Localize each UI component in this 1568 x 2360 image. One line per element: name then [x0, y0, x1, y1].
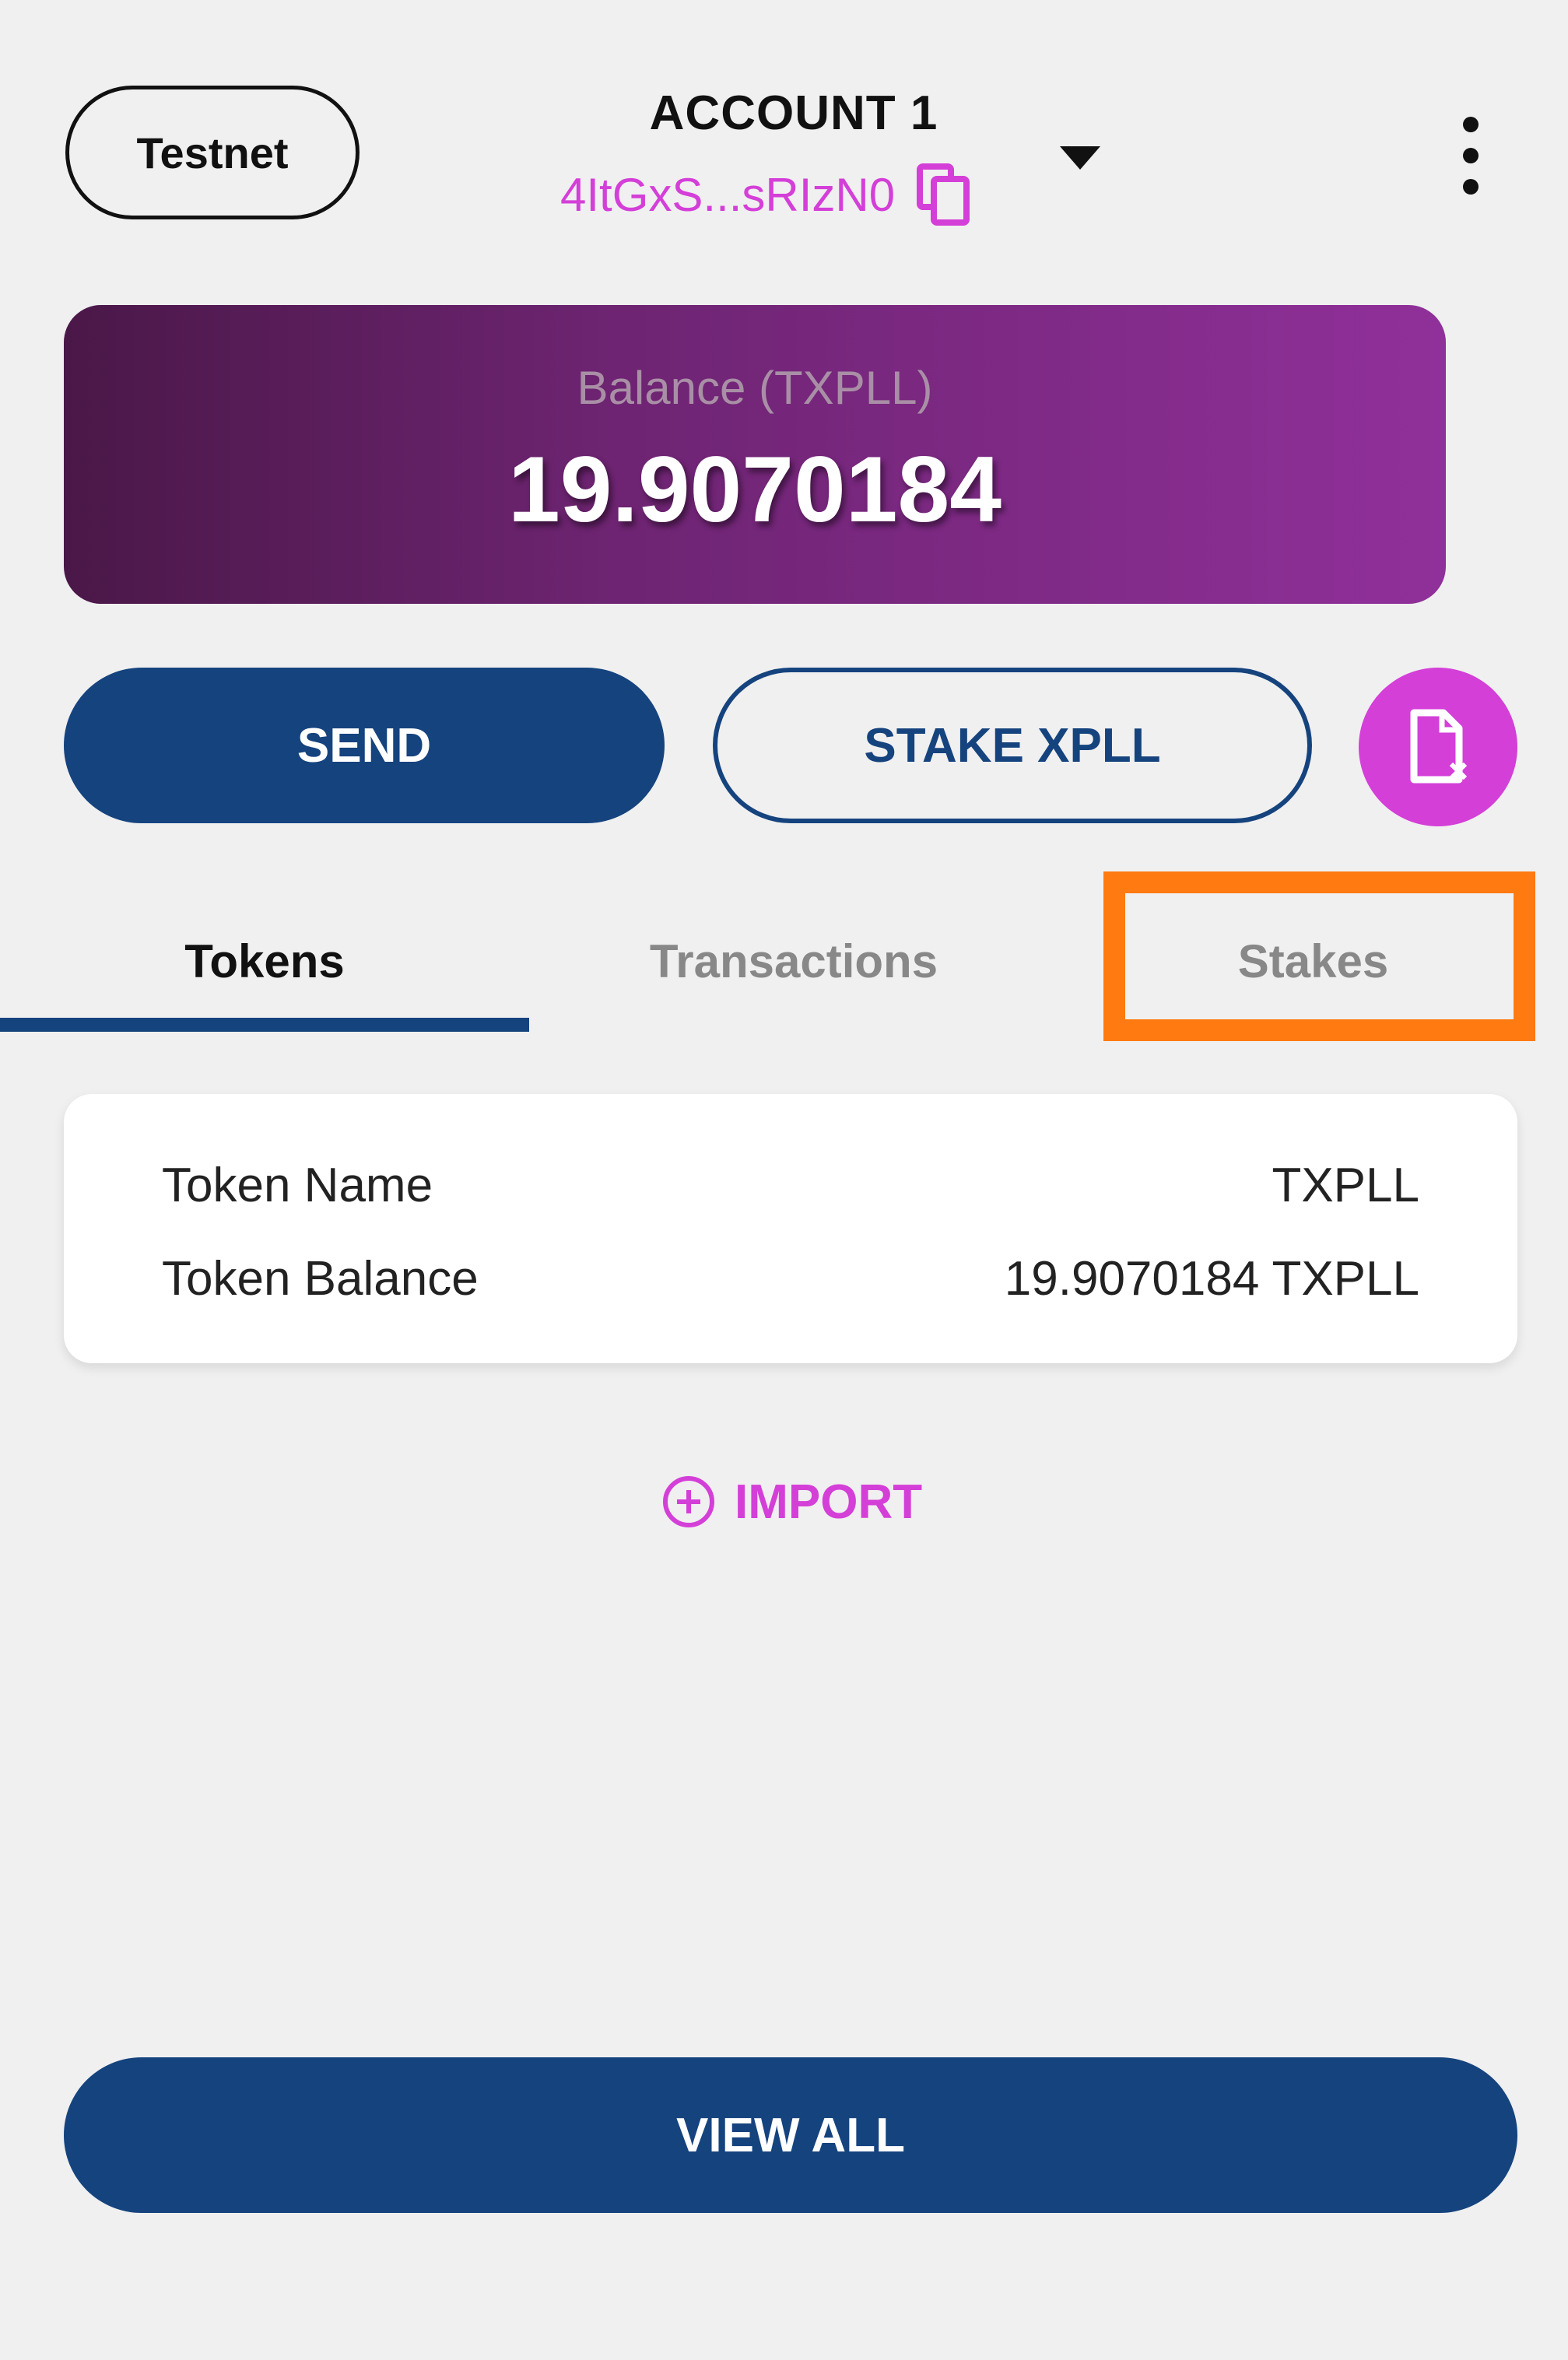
- token-card: Token Name TXPLL Token Balance 19.907018…: [64, 1094, 1517, 1363]
- tab-transactions[interactable]: Transactions: [529, 903, 1058, 1019]
- plus-circle-icon: [663, 1476, 714, 1527]
- send-button-label: SEND: [296, 718, 432, 773]
- balance-label: Balance (TXPLL): [577, 362, 933, 414]
- token-balance-row: Token Balance 19.9070184 TXPLL: [162, 1243, 1419, 1313]
- token-balance-label: Token Balance: [162, 1251, 479, 1306]
- account-name[interactable]: ACCOUNT 1: [545, 86, 1043, 141]
- chevron-down-icon[interactable]: [1057, 142, 1103, 173]
- tab-tokens-label: Tokens: [184, 935, 345, 987]
- token-name-label: Token Name: [162, 1158, 433, 1212]
- balance-value: 19.9070184: [508, 437, 1001, 542]
- network-selector-button[interactable]: Testnet: [65, 86, 360, 219]
- stake-button-label: STAKE XPLL: [864, 718, 1161, 773]
- account-address: 4ItGxS...sRIzN0: [560, 168, 896, 221]
- active-tab-indicator: [0, 1018, 529, 1032]
- network-label: Testnet: [136, 128, 289, 177]
- document-icon: [1410, 709, 1468, 784]
- document-button[interactable]: [1359, 668, 1517, 826]
- balance-card: Balance (TXPLL) 19.9070184: [64, 305, 1446, 604]
- view-all-button[interactable]: VIEW ALL: [64, 2057, 1517, 2213]
- account-address-row: 4ItGxS...sRIzN0: [560, 163, 971, 226]
- send-button[interactable]: SEND: [64, 668, 665, 823]
- stakes-highlight-box: [1103, 871, 1535, 1041]
- stake-xpll-button[interactable]: STAKE XPLL: [713, 668, 1312, 823]
- more-vertical-icon[interactable]: [1449, 117, 1493, 195]
- view-all-label: VIEW ALL: [676, 2108, 905, 2162]
- token-balance-value: 19.9070184 TXPLL: [1004, 1251, 1419, 1306]
- copy-icon[interactable]: [917, 163, 971, 226]
- import-token-button[interactable]: IMPORT: [661, 1463, 922, 1541]
- import-label: IMPORT: [735, 1475, 923, 1529]
- token-name-value: TXPLL: [1272, 1158, 1419, 1212]
- tab-transactions-label: Transactions: [649, 935, 938, 987]
- token-name-row: Token Name TXPLL: [162, 1150, 1419, 1220]
- tab-tokens[interactable]: Tokens: [0, 903, 529, 1019]
- wallet-page: Testnet ACCOUNT 1 4ItGxS...sRIzN0 Balanc…: [0, 0, 1568, 2360]
